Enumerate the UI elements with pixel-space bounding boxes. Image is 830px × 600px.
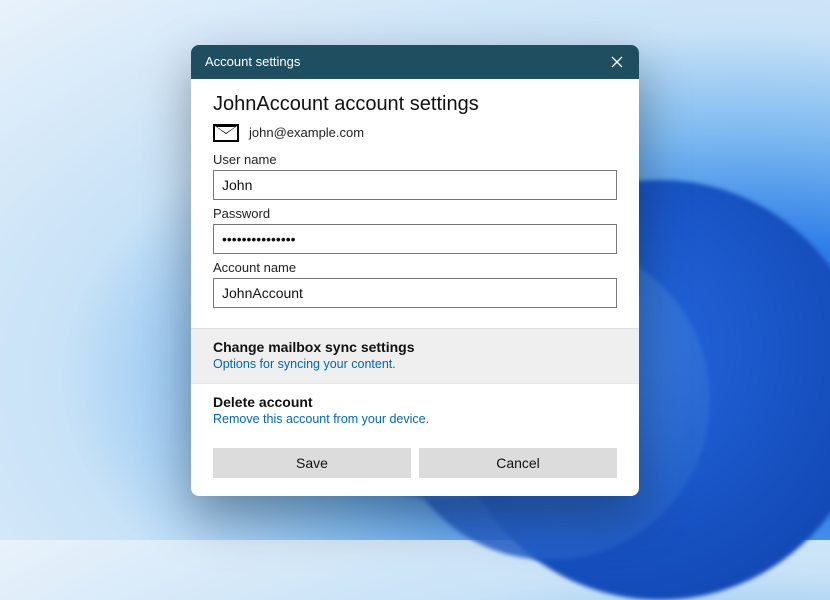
delete-account-title: Delete account bbox=[213, 394, 617, 410]
close-button[interactable] bbox=[607, 52, 627, 72]
mail-icon bbox=[213, 124, 239, 142]
account-name-input[interactable] bbox=[213, 278, 617, 308]
page-title: JohnAccount account settings bbox=[213, 93, 617, 116]
window-title: Account settings bbox=[205, 54, 300, 69]
account-settings-dialog: Account settings JohnAccount account set… bbox=[191, 45, 639, 496]
sync-settings-option[interactable]: Change mailbox sync settings Options for… bbox=[191, 328, 639, 384]
email-address: john@example.com bbox=[249, 125, 364, 140]
titlebar: Account settings bbox=[191, 45, 639, 79]
password-input[interactable] bbox=[213, 224, 617, 254]
sync-settings-subtitle: Options for syncing your content. bbox=[213, 357, 617, 371]
dialog-body: JohnAccount account settings john@exampl… bbox=[191, 79, 639, 328]
cancel-button[interactable]: Cancel bbox=[419, 448, 617, 478]
delete-account-option[interactable]: Delete account Remove this account from … bbox=[191, 384, 639, 438]
email-row: john@example.com bbox=[213, 124, 617, 142]
username-label: User name bbox=[213, 152, 617, 167]
button-row: Save Cancel bbox=[191, 438, 639, 496]
save-button[interactable]: Save bbox=[213, 448, 411, 478]
password-label: Password bbox=[213, 206, 617, 221]
close-icon bbox=[611, 56, 623, 68]
account-name-label: Account name bbox=[213, 260, 617, 275]
sync-settings-title: Change mailbox sync settings bbox=[213, 339, 617, 355]
username-input[interactable] bbox=[213, 170, 617, 200]
delete-account-subtitle: Remove this account from your device. bbox=[213, 412, 617, 426]
